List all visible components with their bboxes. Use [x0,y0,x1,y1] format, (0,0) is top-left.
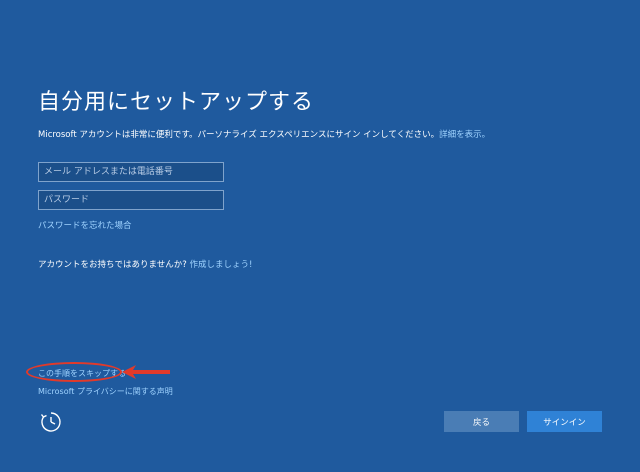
learn-more-link[interactable]: 詳細を表示。 [439,130,490,140]
forgot-password-link[interactable]: パスワードを忘れた場合 [38,219,132,231]
no-account-prompt: アカウントをお持ちではありませんか? 作成しましょう! [38,258,252,270]
privacy-statement-link[interactable]: Microsoft プライバシーに関する声明 [38,386,173,397]
highlight-ellipse [26,362,122,382]
description: Microsoft アカウントは非常に便利です。パーソナライズ エクスペリエンス… [38,128,490,140]
email-field[interactable] [38,162,224,182]
create-account-link[interactable]: 作成しましょう! [189,260,252,270]
accessibility-icon[interactable] [40,411,62,433]
page-title: 自分用にセットアップする [38,90,315,115]
signin-button[interactable]: サインイン [527,411,602,432]
password-field[interactable] [38,190,224,210]
back-button[interactable]: 戻る [444,411,519,432]
no-account-text: アカウントをお持ちではありませんか? [38,260,187,270]
description-text: Microsoft アカウントは非常に便利です。パーソナライズ エクスペリエンス… [38,130,440,140]
arrow-left-icon [122,365,170,379]
